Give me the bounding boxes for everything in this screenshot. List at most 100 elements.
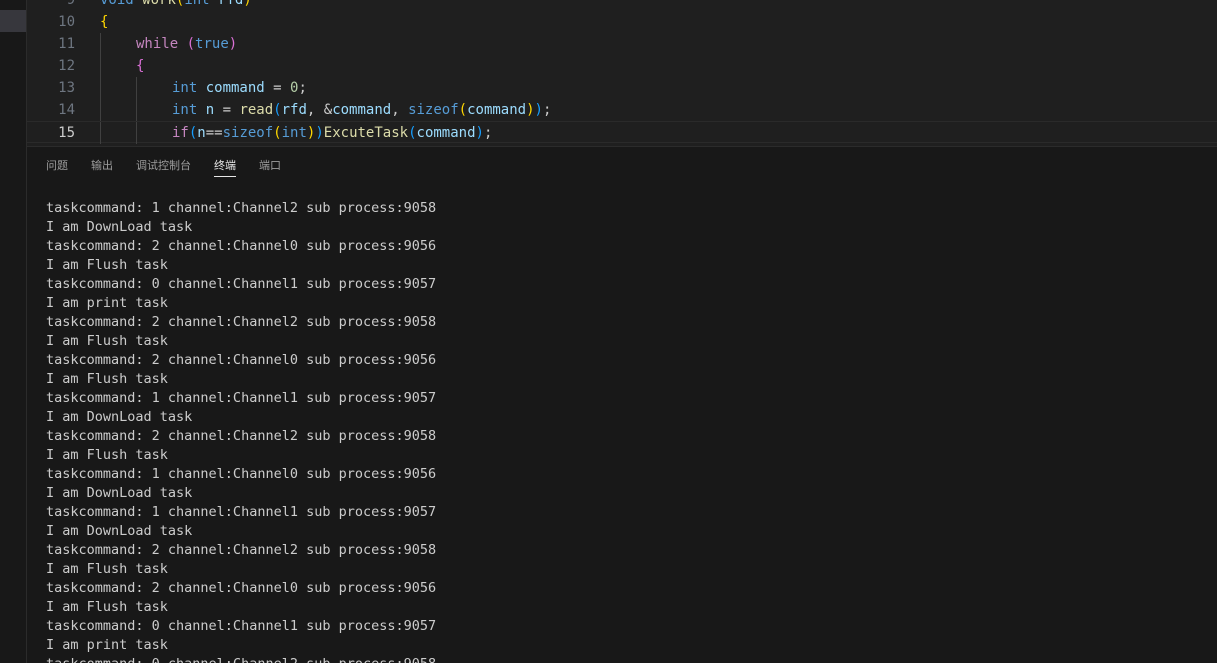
side-bar-edge: [0, 0, 27, 663]
line-number: 12: [58, 58, 75, 74]
terminal-line: taskcommand: 1 channel:Channel1 sub proc…: [46, 390, 437, 406]
code-token: n: [197, 125, 206, 141]
panel-tab[interactable]: 终端: [214, 157, 236, 177]
line-number: 14: [58, 102, 75, 118]
code-text: void work(int rfd): [100, 0, 252, 11]
code-text: int command = 0;: [172, 77, 307, 99]
terminal-line: I am Flush task: [46, 257, 168, 273]
terminal-line: I am Flush task: [46, 599, 168, 615]
code-token: command: [467, 102, 527, 118]
code-token: ): [526, 102, 535, 118]
terminal-line: I am print task: [46, 637, 168, 653]
code-token: (: [458, 102, 468, 118]
code-token: {: [100, 14, 109, 30]
code-token: while: [136, 36, 179, 52]
terminal-line: taskcommand: 1 channel:Channel0 sub proc…: [46, 466, 437, 482]
vscode-window: 9 void work(int rfd) 10{11 while (true) 12{1…: [0, 0, 1217, 663]
indent-guide: [100, 122, 101, 144]
terminal-line: taskcommand: 2 channel:Channel0 sub proc…: [46, 352, 437, 368]
code-line[interactable]: 14 int n = read(rfd, &command, sizeof(com…: [27, 99, 1217, 121]
panel-tabs: 问题 输出 调试控制台 终端 端口: [46, 157, 304, 179]
indent-guide: [136, 122, 137, 144]
code-token: command: [332, 102, 392, 118]
code-token: ): [228, 36, 238, 52]
panel-tab[interactable]: 端口: [259, 157, 281, 177]
code-token: rfd: [218, 0, 244, 8]
code-token: , &: [306, 102, 333, 118]
code-editor[interactable]: 9 void work(int rfd) 10{11 while (true) 12{1…: [27, 0, 1217, 145]
panel-tab[interactable]: 输出: [91, 157, 113, 177]
indent-guide: [100, 33, 101, 55]
terminal-line: I am DownLoad task: [46, 523, 193, 539]
code-token: ;: [298, 80, 307, 96]
code-token: ): [475, 125, 484, 141]
code-text: if(n==sizeof(int))ExcuteTask(command);: [172, 122, 492, 144]
code-token: (: [186, 36, 196, 52]
terminal-line: taskcommand: 2 channel:Channel2 sub proc…: [46, 314, 437, 330]
code-token: sizeof: [408, 102, 459, 118]
terminal-line: taskcommand: 2 channel:Channel0 sub proc…: [46, 580, 437, 596]
terminal-line: taskcommand: 2 channel:Channel2 sub proc…: [46, 428, 437, 444]
terminal-line: I am Flush task: [46, 371, 168, 387]
code-token: work: [142, 0, 176, 8]
indent-guide: [100, 99, 101, 121]
terminal-line: I am Flush task: [46, 561, 168, 577]
line-number: 13: [58, 80, 75, 96]
code-token: ): [534, 102, 543, 118]
bottom-panel: 问题 输出 调试控制台 终端 端口 taskcommand: 1 channel:Cha…: [27, 146, 1217, 663]
terminal-output[interactable]: taskcommand: 1 channel:Channel2 sub proc…: [46, 199, 1206, 663]
indent-guide: [136, 77, 137, 99]
terminal-line: I am DownLoad task: [46, 219, 193, 235]
code-token: command: [205, 80, 265, 96]
terminal-line: I am DownLoad task: [46, 485, 193, 501]
code-text: {: [100, 11, 108, 33]
code-token: ;: [483, 125, 493, 141]
terminal-line: taskcommand: 0 channel:Channel2 sub proc…: [46, 655, 1206, 663]
code-text: while (true): [136, 33, 237, 55]
code-token: rfd: [281, 102, 307, 118]
terminal-line: I am print task: [46, 295, 168, 311]
code-line[interactable]: 13 int command = 0;: [27, 77, 1217, 99]
code-line[interactable]: 10 {: [27, 11, 1217, 33]
code-token: sizeof: [222, 125, 274, 141]
code-token: int: [172, 102, 206, 118]
code-token: n: [205, 102, 215, 118]
code-token: true: [195, 36, 229, 52]
code-token: ;: [542, 102, 552, 118]
panel-tab[interactable]: 问题: [46, 157, 68, 177]
line-number: 11: [58, 36, 75, 52]
code-line[interactable]: 15 if(n==sizeof(int))ExcuteTask(command);: [27, 121, 1217, 144]
code-token: (: [408, 125, 417, 141]
code-token: read: [239, 102, 274, 118]
line-number: 15: [58, 125, 75, 141]
code-token: =: [214, 102, 240, 118]
code-token: if: [172, 125, 189, 141]
code-text: {: [136, 55, 144, 77]
terminal-line: taskcommand: 0 channel:Channel1 sub proc…: [46, 276, 437, 292]
indent-guide: [100, 77, 101, 99]
active-item-marker[interactable]: [0, 10, 26, 32]
panel-tab[interactable]: 调试控制台: [136, 157, 191, 177]
code-token: =: [264, 80, 291, 96]
indent-guide: [136, 99, 137, 121]
code-token: command: [416, 125, 476, 141]
code-token: ,: [391, 102, 409, 118]
code-line[interactable]: 9 void work(int rfd): [27, 0, 1217, 11]
code-token: ==: [205, 125, 223, 141]
line-number: 9: [66, 0, 75, 8]
terminal-line: taskcommand: 2 channel:Channel0 sub proc…: [46, 238, 437, 254]
code-token: int: [172, 80, 206, 96]
code-token: ExcuteTask: [323, 125, 409, 141]
code-token: (: [273, 102, 282, 118]
code-line[interactable]: 12 {: [27, 55, 1217, 77]
code-line[interactable]: 11 while (true): [27, 33, 1217, 55]
code-text: int n = read(rfd, &command, sizeof(comma…: [172, 99, 551, 121]
code-token: ): [315, 125, 324, 141]
code-token: (: [273, 125, 282, 141]
terminal-line: taskcommand: 0 channel:Channel1 sub proc…: [46, 618, 437, 634]
code-token: void: [100, 0, 143, 8]
code-token: ): [243, 0, 252, 8]
terminal-line: taskcommand: 2 channel:Channel2 sub proc…: [46, 542, 437, 558]
terminal-line: I am Flush task: [46, 333, 168, 349]
